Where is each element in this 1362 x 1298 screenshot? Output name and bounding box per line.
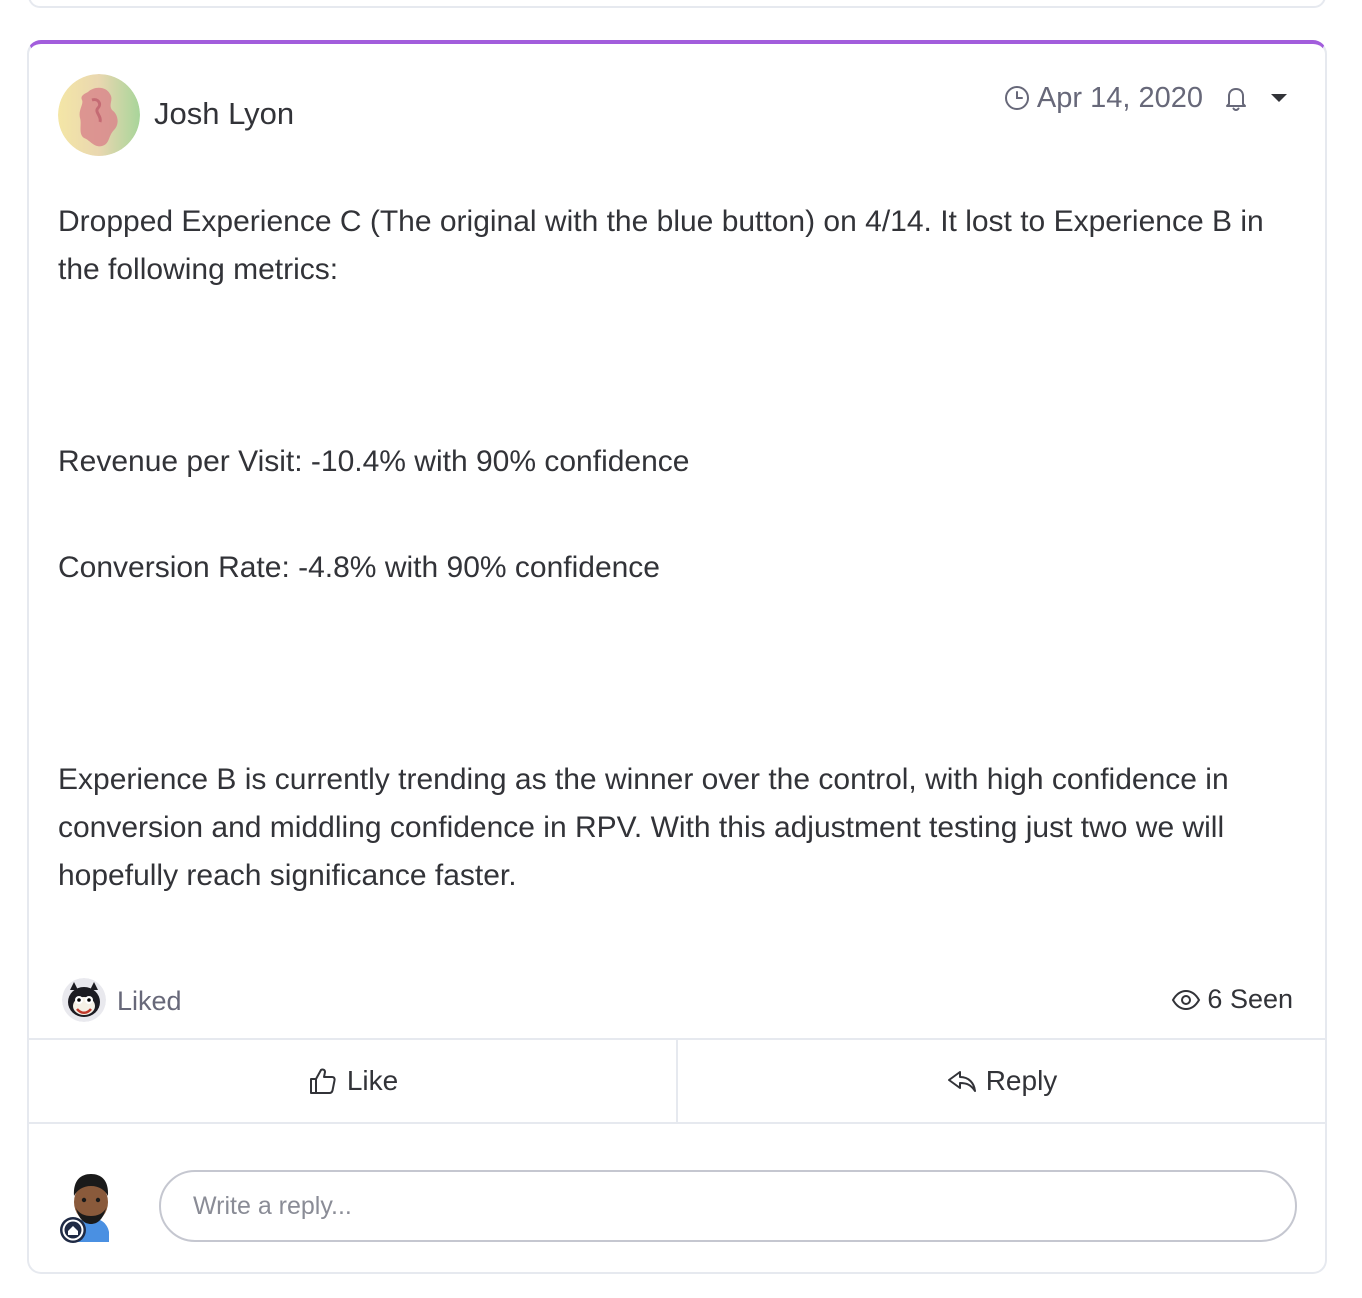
liked-label[interactable]: Liked [117,986,182,1017]
update-date: Apr 14, 2020 [1036,81,1203,114]
previous-update-card [28,0,1326,8]
reply-input[interactable] [159,1170,1297,1242]
like-button[interactable]: Like [29,1040,676,1122]
author-name[interactable]: Josh Lyon [154,96,294,132]
author-avatar[interactable] [58,74,140,156]
bell-icon[interactable] [1221,83,1251,113]
update-header: Josh Lyon Apr 14, 2020 [29,44,1325,184]
reply-button[interactable]: Reply [676,1040,1325,1122]
clock-icon [1004,85,1030,111]
update-metric-conversion: Conversion Rate: -4.8% with 90% confiden… [58,551,660,584]
thumbs-up-icon [307,1065,339,1097]
like-label: Like [346,1065,399,1096]
update-stats: Liked 6 Seen [29,968,1325,1038]
reply-arrow-icon [946,1065,978,1097]
update-paragraph-conclusion: Experience B is currently trending as th… [58,763,1229,892]
update-actions: Like Reply [29,1038,1325,1124]
update-paragraph-intro: Dropped Experience C (The original with … [58,205,1264,286]
seen-label: 6 Seen [1207,984,1293,1014]
update-metric-rpv: Revenue per Visit: -10.4% with 90% confi… [58,445,690,478]
update-body: Dropped Experience C (The original with … [58,198,1295,900]
reply-composer [29,1124,1325,1272]
caret-down-icon[interactable] [1269,91,1289,105]
update-meta: Apr 14, 2020 [1004,80,1289,116]
update-card: Josh Lyon Apr 14, 2020 Dropped Experienc… [27,40,1327,1274]
current-user-avatar[interactable] [59,1170,123,1248]
reply-label: Reply [985,1065,1058,1096]
eye-icon [1171,989,1201,1011]
seen-count[interactable]: 6 Seen [1171,984,1293,1015]
liker-avatar[interactable] [62,978,106,1022]
